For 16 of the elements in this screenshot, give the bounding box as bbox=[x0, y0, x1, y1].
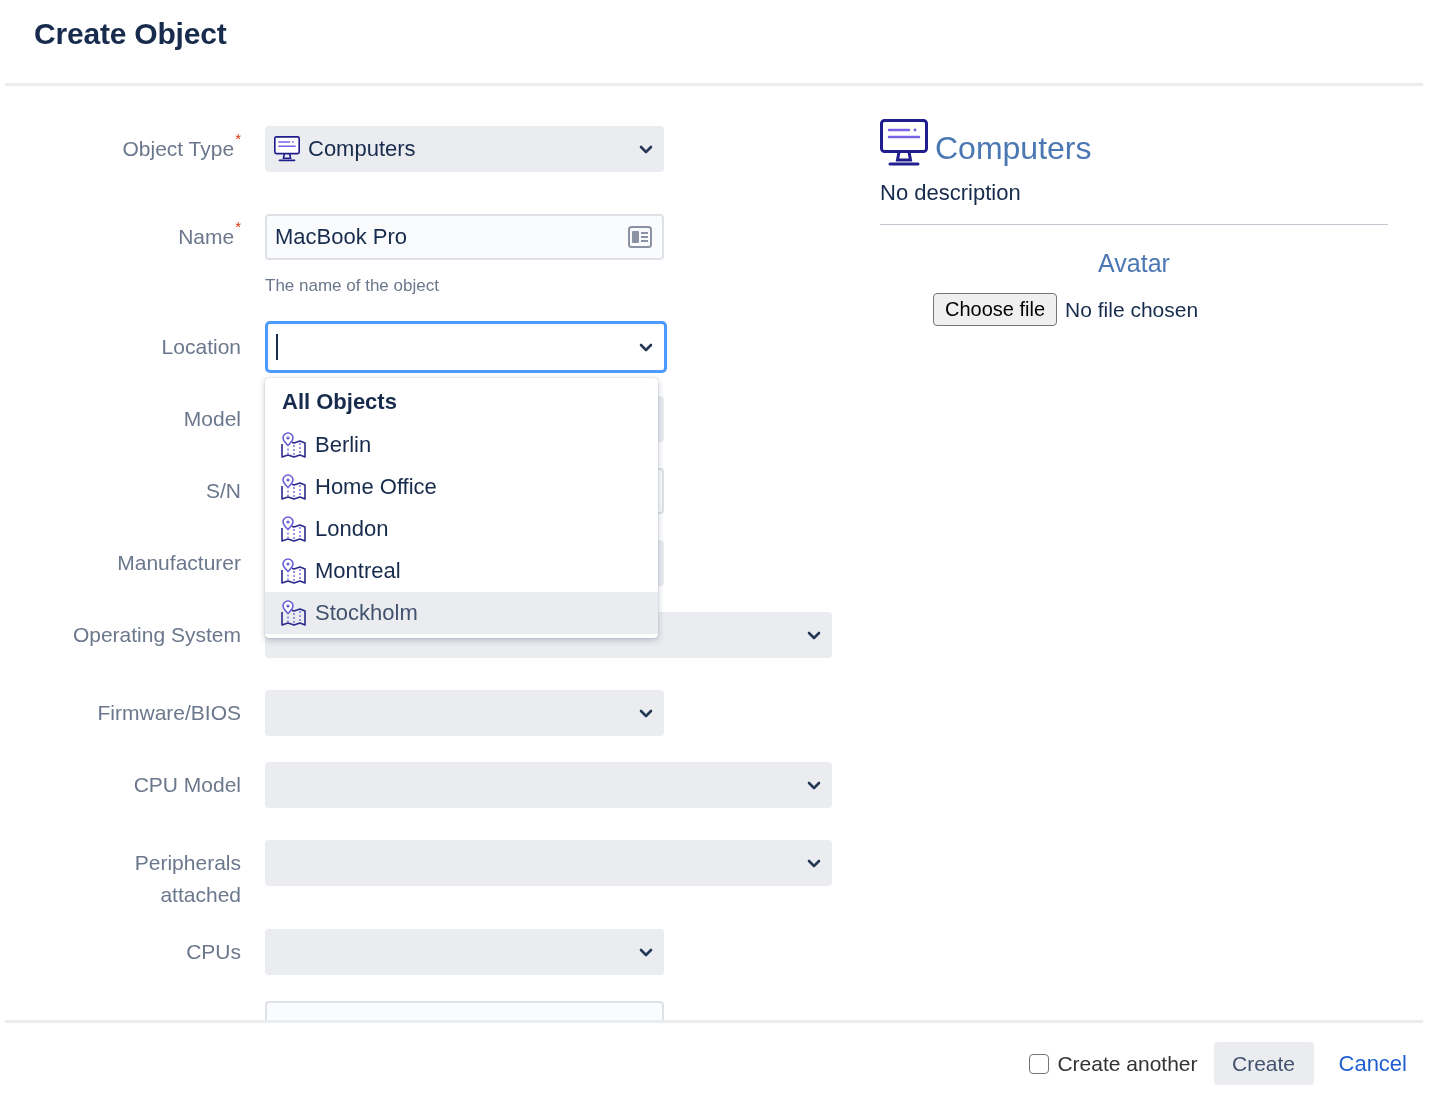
field-label: CPUs bbox=[186, 940, 241, 963]
dialog-title: Create Object bbox=[34, 16, 227, 52]
help-text: The name of the object bbox=[265, 275, 440, 297]
file-status-text: No file chosen bbox=[1065, 297, 1199, 322]
avatar-heading: Avatar bbox=[1097, 248, 1171, 279]
field-label: Manufacturer bbox=[117, 551, 241, 574]
menu-heading: All Objects bbox=[281, 388, 398, 416]
field-label: Operating System bbox=[72, 623, 241, 646]
field-label: Model bbox=[183, 407, 241, 430]
object-type-title: Computers bbox=[935, 129, 1092, 168]
field-label: S/N bbox=[206, 479, 241, 502]
object-type-description: No description bbox=[880, 179, 1022, 207]
field-label: Firmware/BIOS bbox=[97, 701, 241, 724]
field-label: Location bbox=[161, 335, 241, 358]
field-label: CPU Model bbox=[133, 773, 241, 796]
field-label: Peripherals attached bbox=[134, 851, 241, 906]
